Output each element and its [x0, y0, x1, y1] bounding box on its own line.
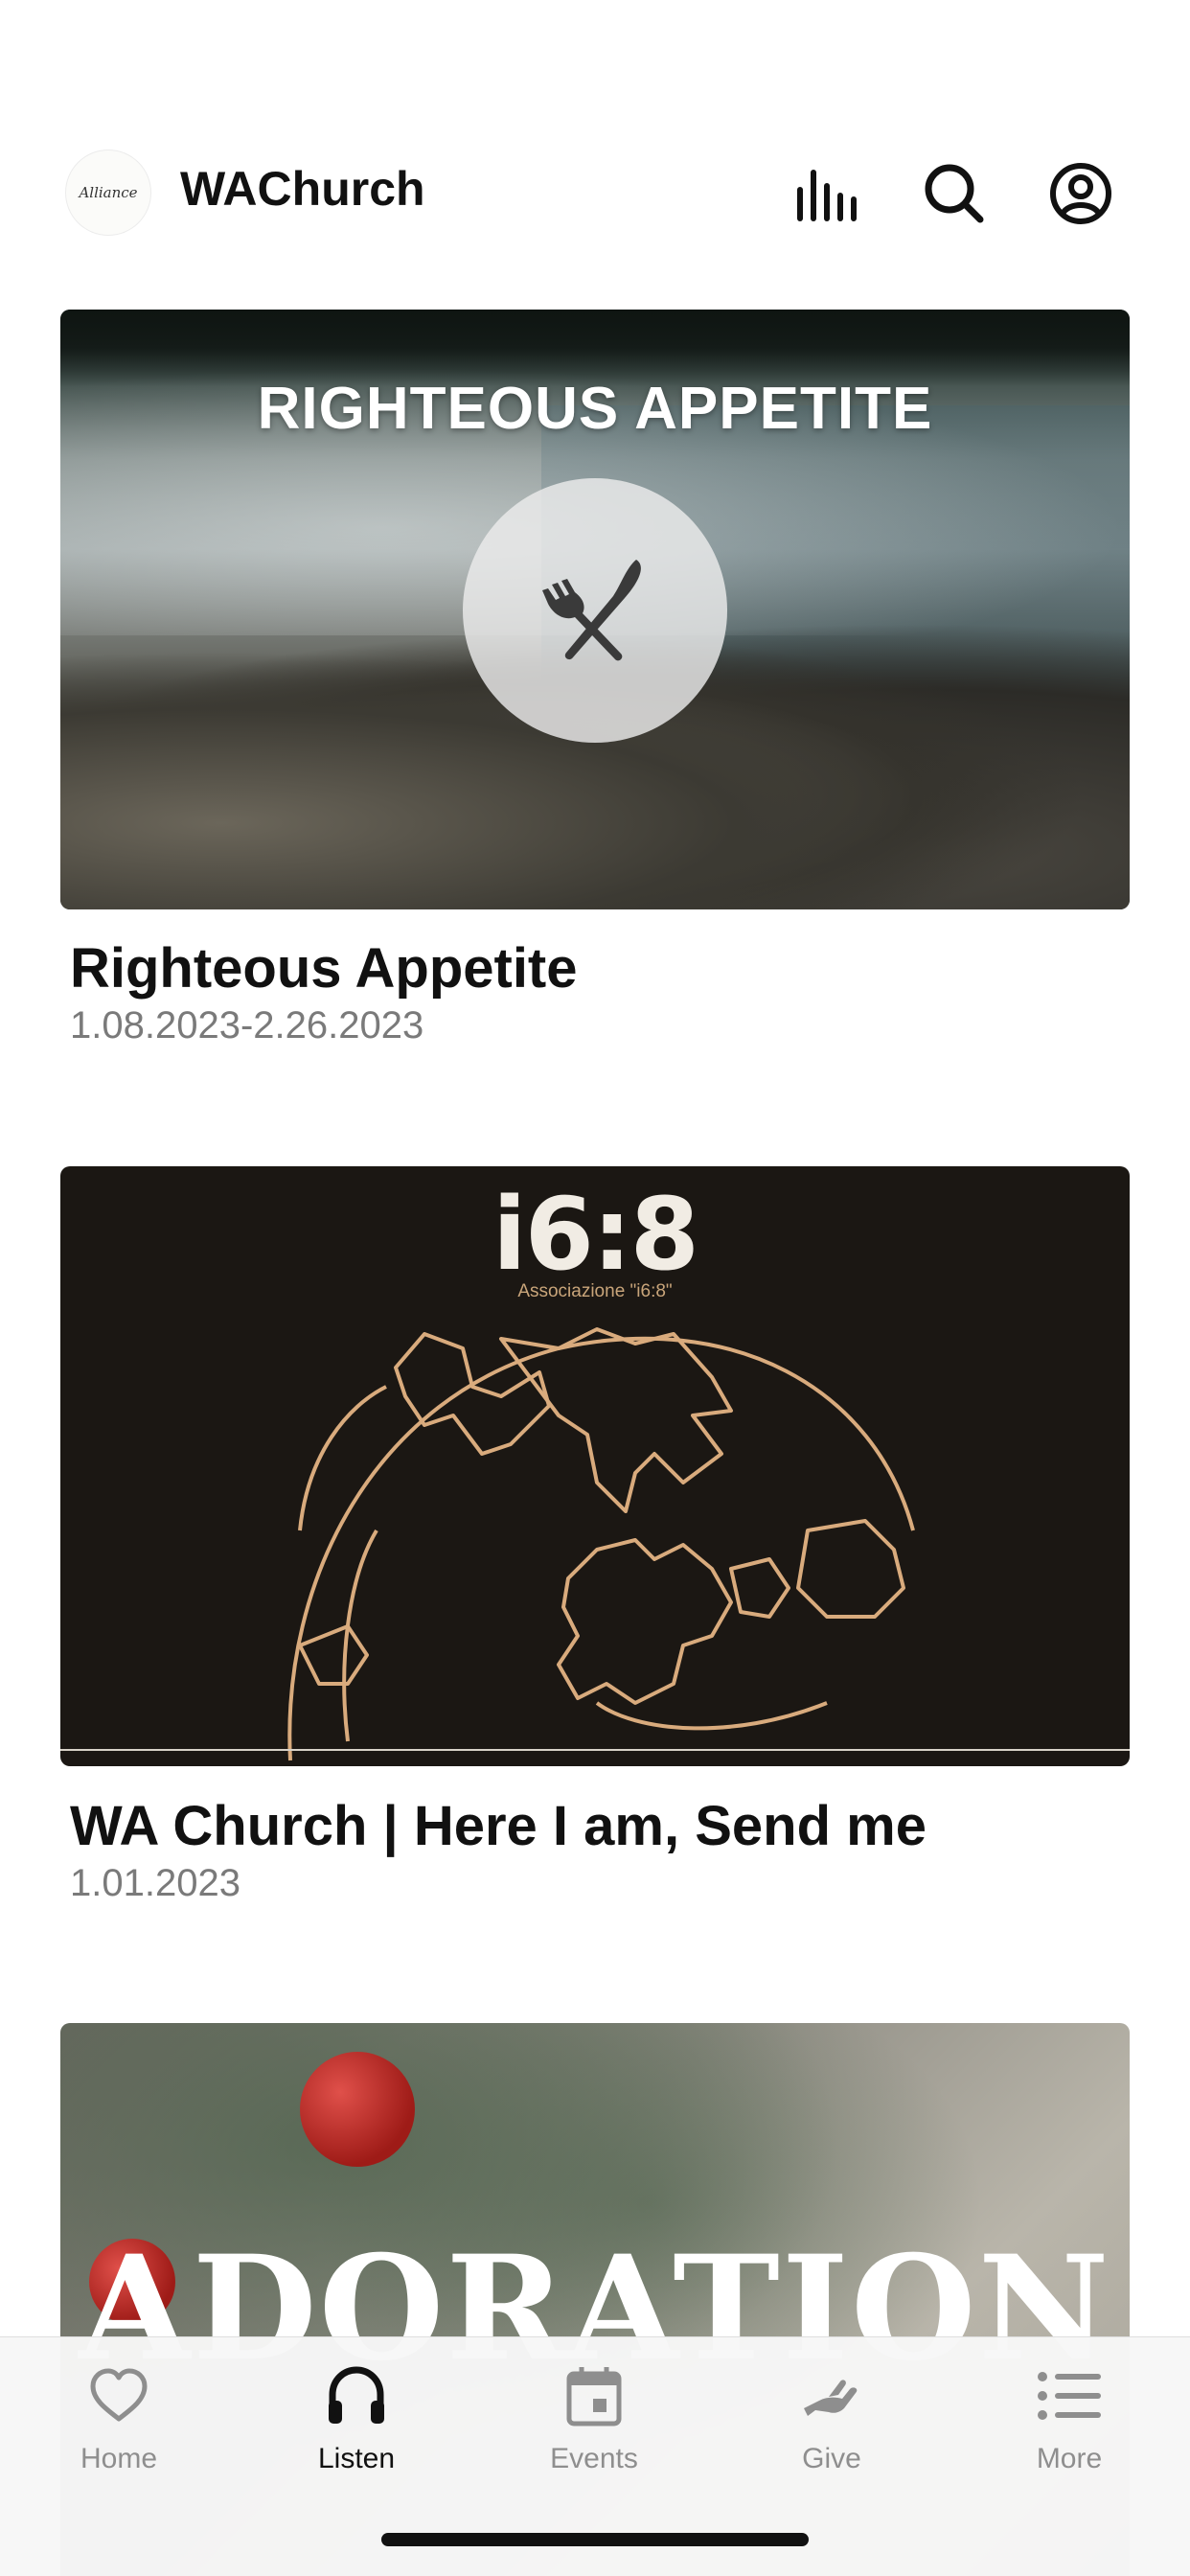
list-icon [1036, 2362, 1103, 2429]
logo-text: Alliance [79, 184, 138, 201]
app-header: Alliance WAChurch [0, 144, 1190, 240]
series-title[interactable]: WA Church | Here I am, Send me [70, 1794, 927, 1858]
fork-knife-icon [463, 478, 727, 743]
artwork-heading: RIGHTEOUS APPETITE [257, 376, 933, 442]
series-title[interactable]: Righteous Appetite [70, 936, 578, 1000]
globe-map-illustration [287, 1327, 915, 1761]
tab-label: More [1036, 2443, 1103, 2474]
headphones-icon [323, 2362, 390, 2429]
tab-events[interactable]: Events [498, 2362, 690, 2475]
tab-label: Listen [317, 2443, 396, 2474]
series-artwork[interactable]: RIGHTEOUS APPETITE [60, 310, 1130, 909]
tab-listen[interactable]: Listen [261, 2362, 452, 2475]
tab-give[interactable]: Give [736, 2362, 927, 2475]
search-icon[interactable] [916, 155, 993, 232]
series-card-here-i-am[interactable]: i6:8 Associazione "i6:8" WA Church | Her… [60, 1166, 1130, 1904]
tab-label: Give [802, 2443, 861, 2474]
account-icon[interactable] [1042, 155, 1119, 232]
tab-label: Events [550, 2443, 638, 2474]
app-title: WAChurch [180, 162, 425, 216]
calendar-icon [561, 2362, 628, 2429]
tab-more[interactable]: More [973, 2362, 1165, 2475]
equalizer-icon[interactable] [790, 155, 866, 232]
series-date: 1.01.2023 [70, 1862, 240, 1904]
series-card-righteous-appetite[interactable]: RIGHTEOUS APPETITE Righteous Appetite 1.… [60, 310, 1130, 1046]
give-hand-icon [798, 2362, 865, 2429]
tab-home[interactable]: Home [23, 2362, 215, 2475]
series-date: 1.08.2023-2.26.2023 [70, 1004, 424, 1046]
tab-label: Home [80, 2443, 158, 2474]
series-artwork[interactable]: i6:8 Associazione "i6:8" [60, 1166, 1130, 1766]
home-indicator[interactable] [381, 2533, 809, 2546]
church-logo[interactable]: Alliance [65, 150, 151, 236]
heart-icon [85, 2362, 152, 2429]
